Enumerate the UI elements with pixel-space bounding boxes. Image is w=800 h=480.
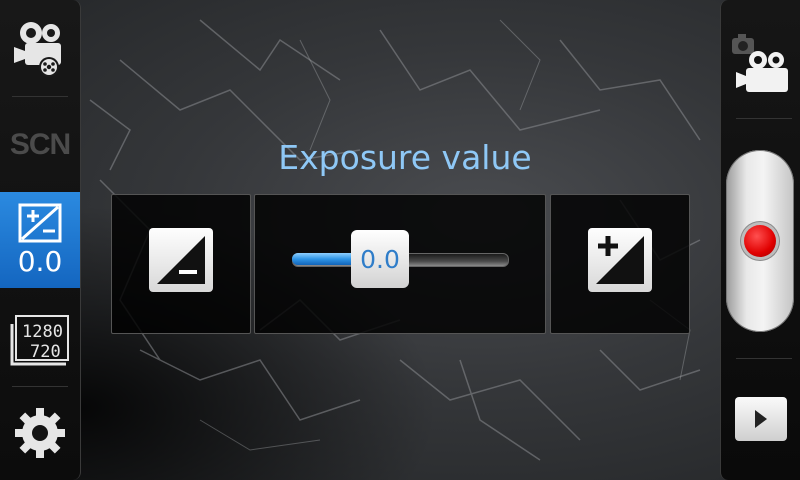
scene-mode-button[interactable]: SCN	[0, 110, 80, 180]
gear-icon	[15, 408, 65, 458]
left-rail: SCN 0.0 1280 720	[0, 0, 81, 480]
exposure-increase-button[interactable]	[588, 228, 652, 292]
exposure-value-label: 0.0	[17, 244, 63, 278]
rail-divider	[736, 118, 792, 119]
rail-divider	[12, 386, 68, 387]
video-camera-icon	[14, 21, 61, 77]
rail-divider	[736, 358, 792, 359]
scene-mode-label: SCN	[9, 128, 71, 161]
record-button[interactable]	[726, 150, 794, 332]
rail-divider	[12, 96, 68, 97]
exposure-decrease-button[interactable]	[149, 228, 213, 292]
exposure-plus-icon	[596, 236, 644, 284]
resolution-height-text: 720	[30, 342, 61, 362]
mode-switch-button[interactable]	[728, 28, 792, 100]
play-icon	[755, 410, 767, 428]
resolution-icon: 1280 720	[10, 315, 69, 366]
resolution-button[interactable]: 1280 720	[0, 300, 80, 380]
exposure-button[interactable]: 0.0	[0, 192, 80, 288]
play-button[interactable]	[735, 397, 787, 441]
resolution-width-text: 1280	[22, 322, 63, 342]
camera-video-switch-icon	[732, 34, 788, 92]
camera-mode-button[interactable]	[0, 10, 80, 85]
exposure-slider-thumb[interactable]: 0.0	[351, 230, 409, 288]
settings-button[interactable]	[0, 398, 80, 468]
record-icon	[744, 225, 776, 257]
exposure-plus-minus-icon	[18, 203, 62, 242]
exposure-minus-icon	[157, 236, 205, 284]
exposure-slider-value: 0.0	[360, 244, 400, 274]
exposure-panel-title: Exposure value	[278, 138, 532, 177]
